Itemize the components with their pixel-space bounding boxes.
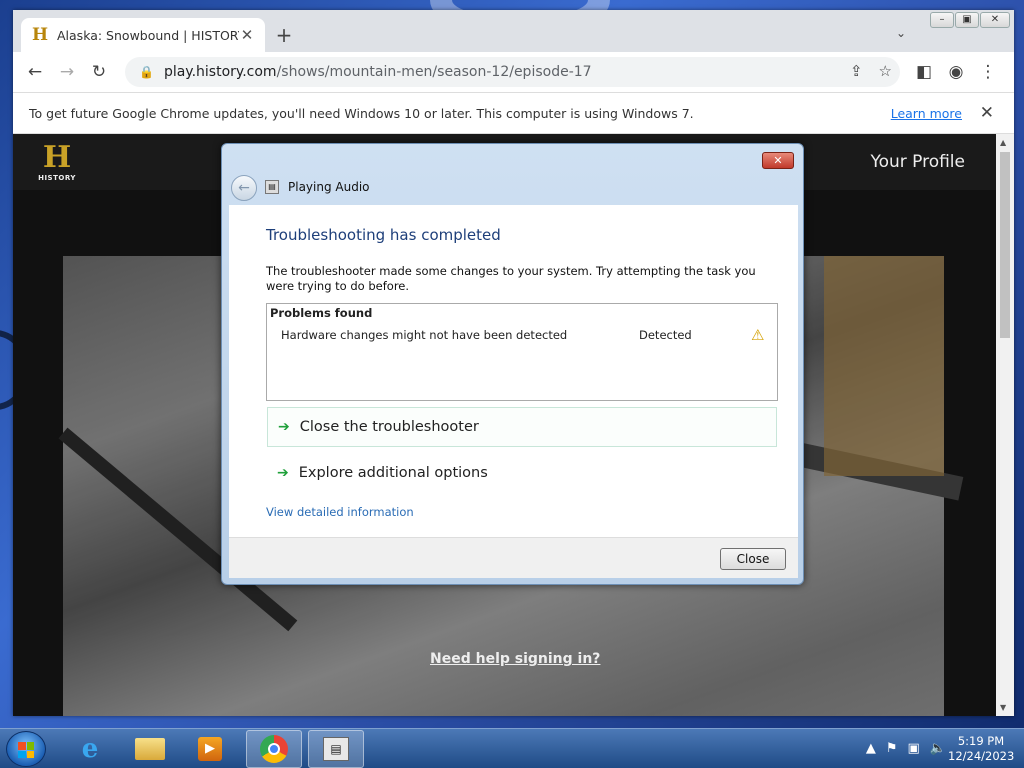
- logo-letter: H: [42, 140, 72, 175]
- address-bar[interactable]: 🔒 play.history.com/shows/mountain-men/se…: [125, 57, 900, 87]
- system-clock[interactable]: 5:19 PM 12/24/2023: [948, 734, 1014, 764]
- scrollbar-thumb[interactable]: [1000, 152, 1010, 338]
- page-scrollbar[interactable]: ▲ ▼: [996, 134, 1014, 716]
- url-path: /shows/mountain-men/season-12/episode-17: [276, 64, 592, 80]
- dialog-body: Troubleshooting has completed The troubl…: [229, 205, 798, 537]
- dialog-title: Playing Audio: [288, 180, 370, 194]
- scroll-down-icon[interactable]: ▼: [1000, 703, 1006, 712]
- action-center-flag-icon[interactable]: ⚑: [886, 741, 898, 756]
- dialog-close-x-button[interactable]: ✕: [762, 152, 794, 169]
- dialog-footer: Close: [229, 537, 798, 578]
- warning-icon: ⚠: [751, 326, 765, 344]
- network-icon[interactable]: ▣: [908, 741, 920, 756]
- problem-status: Detected: [639, 328, 692, 342]
- back-arrow-icon[interactable]: ←: [19, 56, 51, 88]
- troubleshooter-dialog: ✕ ← ▤ Playing Audio Troubleshooting has …: [221, 143, 804, 585]
- view-detailed-information-link[interactable]: View detailed information: [266, 505, 414, 519]
- forward-arrow-icon[interactable]: →: [51, 56, 83, 88]
- dialog-heading: Troubleshooting has completed: [266, 226, 501, 244]
- tab-search-chevron-icon[interactable]: ⌄: [896, 26, 906, 40]
- close-troubleshooter-option[interactable]: ➔ Close the troubleshooter: [267, 407, 777, 447]
- scroll-up-icon[interactable]: ▲: [1000, 138, 1006, 147]
- browser-toolbar: ← → ↻ 🔒 play.history.com/shows/mountain-…: [13, 52, 1014, 92]
- option-label: Close the troubleshooter: [299, 419, 479, 435]
- troubleshooter-taskbar-icon[interactable]: ▤: [308, 730, 364, 768]
- clock-time: 5:19 PM: [957, 734, 1005, 748]
- restore-button[interactable]: ▣: [955, 12, 979, 28]
- your-profile-link[interactable]: Your Profile: [870, 152, 965, 172]
- logo-word: HISTORY: [38, 174, 76, 182]
- tab-strip: H Alaska: Snowbound | HISTORY ✕ + ⌄ – ▣ …: [13, 10, 1014, 52]
- new-tab-button[interactable]: +: [271, 24, 297, 48]
- back-arrow-icon[interactable]: ←: [231, 175, 257, 201]
- bookmark-star-icon[interactable]: ☆: [879, 62, 892, 80]
- google-chrome-icon[interactable]: [246, 730, 302, 768]
- close-button[interactable]: Close: [720, 548, 786, 570]
- option-label: Explore additional options: [298, 465, 488, 481]
- dialog-description: The troubleshooter made some changes to …: [266, 264, 756, 293]
- learn-more-link[interactable]: Learn more: [891, 106, 962, 121]
- windows-taskbar: e ▶ ▤ ▲ ⚑ ▣ 🔈 5:19 PM 12/24/2023: [0, 728, 1024, 768]
- history-logo[interactable]: H HISTORY: [37, 142, 77, 186]
- side-panel-icon[interactable]: ◧: [908, 56, 940, 88]
- profile-avatar-icon[interactable]: ◉: [940, 56, 972, 88]
- show-hidden-icons-chevron-icon[interactable]: ▲: [866, 741, 876, 756]
- media-player-icon[interactable]: ▶: [182, 730, 238, 768]
- windows-explorer-icon[interactable]: [122, 730, 178, 768]
- problems-found-box: Problems found Hardware changes might no…: [266, 303, 778, 401]
- troubleshooter-app-icon: ▤: [265, 180, 279, 194]
- history-favicon-icon: H: [31, 25, 49, 45]
- explore-options-option[interactable]: ➔ Explore additional options: [267, 453, 777, 493]
- share-icon[interactable]: ⇪: [850, 62, 863, 80]
- windows-logo-icon: [18, 742, 34, 758]
- reload-icon[interactable]: ↻: [83, 56, 115, 88]
- window-close-button[interactable]: ✕: [980, 12, 1010, 28]
- start-button[interactable]: [6, 731, 46, 767]
- tab-title: Alaska: Snowbound | HISTORY: [57, 27, 239, 43]
- infobar-close-icon[interactable]: ✕: [980, 103, 994, 123]
- clock-date: 12/24/2023: [948, 749, 1015, 763]
- browser-tab[interactable]: H Alaska: Snowbound | HISTORY ✕: [21, 18, 265, 52]
- url-host: play.history.com: [163, 64, 277, 80]
- green-arrow-icon: ➔: [277, 465, 289, 481]
- problems-header: Problems found: [270, 306, 373, 320]
- minimize-button[interactable]: –: [930, 12, 954, 28]
- infobar-message: To get future Google Chrome updates, you…: [29, 105, 694, 121]
- menu-kebab-icon[interactable]: ⋮: [972, 56, 1004, 88]
- volume-speaker-icon[interactable]: 🔈: [930, 741, 946, 756]
- internet-explorer-icon[interactable]: e: [62, 730, 118, 768]
- need-help-link[interactable]: Need help signing in?: [430, 651, 600, 667]
- green-arrow-icon: ➔: [278, 419, 290, 435]
- video-shape: [824, 256, 944, 476]
- system-tray: ▲ ⚑ ▣ 🔈: [866, 741, 946, 756]
- update-infobar: To get future Google Chrome updates, you…: [13, 92, 1014, 134]
- tab-close-icon[interactable]: ✕: [239, 26, 255, 44]
- lock-icon[interactable]: 🔒: [139, 65, 154, 79]
- problem-name: Hardware changes might not have been det…: [281, 328, 568, 342]
